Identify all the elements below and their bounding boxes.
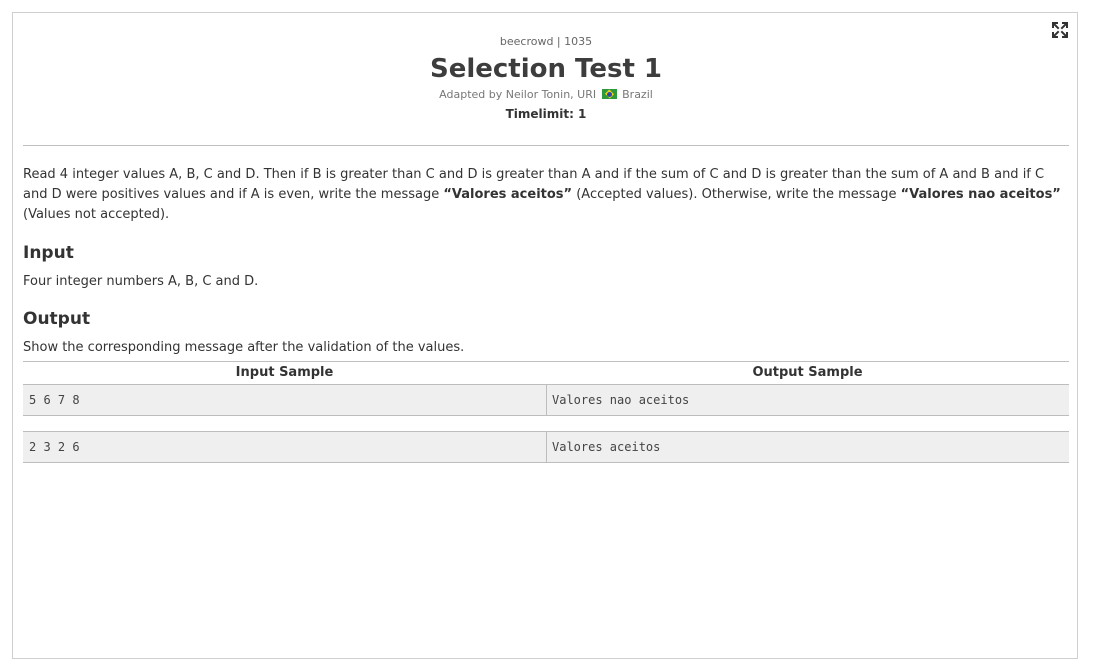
sample-input[interactable]: 2 3 2 6	[23, 432, 546, 462]
not-accepted-message: “Valores nao aceitos”	[900, 187, 1061, 202]
sample-row: 2 3 2 6 Valores aceitos	[23, 431, 1069, 463]
problem-title: Selection Test 1	[429, 54, 663, 84]
sample-row: 5 6 7 8 Valores nao aceitos	[23, 384, 1069, 416]
output-text: Show the corresponding message after the…	[23, 340, 465, 355]
problem-panel: beecrowd | 1035 Selection Test 1 Adapted…	[12, 12, 1078, 659]
output-sample-header: Output Sample	[752, 365, 863, 380]
description-part-2: (Accepted values). Otherwise, write the …	[572, 187, 901, 202]
input-sample-header: Input Sample	[235, 365, 334, 380]
samples-table: Input Sample Output Sample 5 6 7 8 Valor…	[23, 361, 1069, 478]
description-part-3: (Values not accepted).	[23, 207, 170, 222]
adapted-country: Brazil	[622, 88, 653, 101]
accepted-message: “Valores aceitos”	[443, 187, 573, 202]
sample-output[interactable]: Valores aceitos	[546, 432, 1069, 462]
brazil-flag-icon	[601, 89, 617, 99]
problem-category: beecrowd | 1035	[499, 35, 593, 48]
problem-timelimit: Timelimit: 1	[505, 107, 587, 121]
adapted-by-text: Adapted by Neilor Tonin, URI	[439, 88, 597, 101]
input-text: Four integer numbers A, B, C and D.	[23, 274, 259, 289]
header-divider	[23, 145, 1069, 146]
input-title: Input	[23, 243, 74, 263]
problem-adapted-by: Adapted by Neilor Tonin, URI Brazil	[23, 88, 1069, 102]
output-title: Output	[23, 309, 91, 329]
problem-header: beecrowd | 1035 Selection Test 1 Adapted…	[23, 35, 1069, 122]
sample-output[interactable]: Valores nao aceitos	[546, 385, 1069, 415]
problem-content: Read 4 integer values A, B, C and D. The…	[23, 165, 1071, 357]
sample-input[interactable]: 5 6 7 8	[23, 385, 546, 415]
samples-header: Input Sample Output Sample	[23, 362, 1069, 384]
problem-description: Read 4 integer values A, B, C and D. The…	[23, 165, 1071, 225]
